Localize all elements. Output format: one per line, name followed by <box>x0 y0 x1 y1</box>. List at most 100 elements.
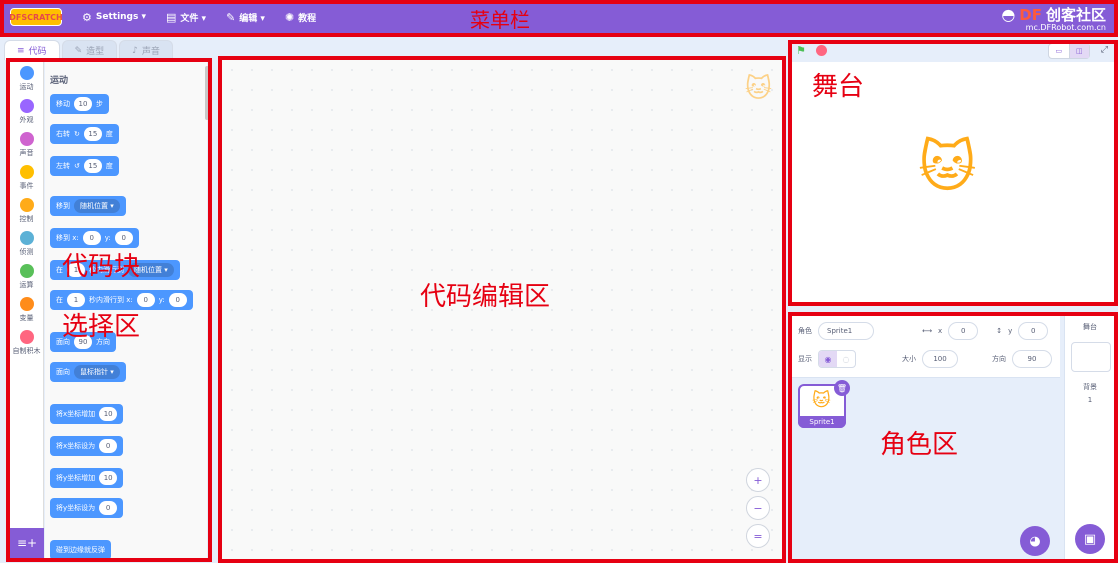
block-text: 秒内滑行到 x: <box>89 296 133 304</box>
dfrobot-watermark: ◓ DF 创客社区 mc.DFRobot.com.cn <box>1001 4 1106 32</box>
sprite-cat-icon[interactable]: 🐱 <box>918 140 976 196</box>
category-my-blocks[interactable]: 自制积木 <box>10 326 43 359</box>
tab-sounds[interactable]: ♪ 声音 <box>119 40 173 60</box>
block-input[interactable]: 0 <box>99 501 118 515</box>
direction-field[interactable]: 90 <box>1012 350 1052 368</box>
size-field[interactable]: 100 <box>922 350 958 368</box>
rotate-right-icon: ↻ <box>74 130 80 138</box>
block-goto[interactable]: 移到 随机位置 ▾ <box>50 196 126 216</box>
block-input[interactable]: 10 <box>74 97 92 111</box>
large-stage-icon[interactable]: ◫ <box>1068 44 1089 58</box>
motion-dot-icon <box>19 66 34 80</box>
category-label: 声音 <box>19 149 34 157</box>
block-input[interactable]: 10 <box>99 471 118 485</box>
fullscreen-icon[interactable]: ⤢ <box>1101 45 1108 55</box>
y-field[interactable]: 0 <box>1018 322 1049 340</box>
extension-icon: ≡+ <box>16 536 38 550</box>
stage-panel-title: 舞台 <box>1083 323 1097 331</box>
block-input[interactable]: 0 <box>114 231 133 245</box>
pencil-icon: ✎ <box>226 10 236 24</box>
green-flag-icon[interactable]: ⚑ <box>796 44 806 57</box>
block-input[interactable]: 0 <box>136 293 155 307</box>
trash-icon[interactable]: 🗑 <box>834 380 850 396</box>
zoom-in-button[interactable]: + <box>746 468 770 492</box>
block-input[interactable]: 0 <box>99 439 118 453</box>
zoom-out-button[interactable]: − <box>746 496 770 520</box>
block-input[interactable]: 1 <box>67 293 85 307</box>
block-dropdown[interactable]: 鼠标指针 ▾ <box>74 365 120 379</box>
tab-costumes-label: 造型 <box>86 47 105 57</box>
events-dot-icon <box>19 165 34 179</box>
add-extension-button[interactable]: ≡+ <box>10 528 44 558</box>
category-label: 事件 <box>19 182 34 190</box>
tutorials-menu-label: 教程 <box>298 13 317 24</box>
editor-tabs: ≡ 代码 ✎ 造型 ♪ 声音 <box>4 40 173 60</box>
stop-icon[interactable] <box>816 45 827 56</box>
block-bounce-on-edge[interactable]: 碰到边缘就反弹 <box>50 540 111 558</box>
sprite-cat-icon: 🐱 <box>812 390 831 411</box>
category-sensing[interactable]: 侦测 <box>10 227 43 260</box>
block-move-steps[interactable]: 移动 10 步 <box>50 94 109 114</box>
category-label: 运动 <box>19 83 34 91</box>
category-motion[interactable]: 运动 <box>10 62 43 95</box>
brand-prefix: DF <box>1019 5 1042 24</box>
block-categories: 运动 外观 声音 事件 控制 侦测 运算 变量 自制积木 <box>10 62 44 528</box>
gear-icon: ⚙ <box>82 10 92 24</box>
block-input[interactable]: 10 <box>99 407 118 421</box>
visibility-toggle: ◉ ◌ <box>818 350 856 368</box>
block-input[interactable]: 15 <box>83 127 102 141</box>
block-text: 移到 x: <box>56 234 79 242</box>
sprite-card[interactable]: 🐱 Sprite1 🗑 <box>798 380 850 428</box>
add-sprite-button[interactable]: ◕ <box>1020 526 1050 556</box>
x-arrows-icon: ⟷ <box>922 327 933 335</box>
app-logo[interactable]: DFSCRATCH <box>9 8 63 26</box>
block-dropdown[interactable]: 随机位置 ▾ <box>74 199 120 213</box>
stage-thumbnail[interactable] <box>1071 342 1111 372</box>
block-change-y[interactable]: 将y坐标增加 10 <box>50 468 124 488</box>
sound-dot-icon <box>19 132 34 146</box>
file-menu-label: 文件 ▾ <box>180 13 207 24</box>
tab-sounds-label: 声音 <box>141 47 160 57</box>
show-label: 显示 <box>798 355 812 363</box>
code-icon: ≡ <box>17 45 25 56</box>
category-looks[interactable]: 外观 <box>10 95 43 128</box>
block-input[interactable]: 15 <box>83 159 102 173</box>
category-variables[interactable]: 变量 <box>10 293 43 326</box>
block-text: 步 <box>96 100 103 108</box>
edit-menu[interactable]: ✎ 编辑 ▾ <box>226 11 265 24</box>
block-turn-left[interactable]: 左转 ↺ 15 度 <box>50 156 119 176</box>
tab-code[interactable]: ≡ 代码 <box>4 40 60 60</box>
block-change-x[interactable]: 将x坐标增加 10 <box>50 404 124 424</box>
palette-scrollbar[interactable] <box>205 66 209 120</box>
small-stage-icon[interactable]: ▭ <box>1049 44 1069 58</box>
category-sound[interactable]: 声音 <box>10 128 43 161</box>
block-set-y[interactable]: 将y坐标设为 0 <box>50 498 124 518</box>
add-backdrop-button[interactable]: ▣ <box>1075 524 1105 554</box>
sprite-area-annotation: 角色区 <box>880 430 959 460</box>
brand-name: 创客社区 <box>1045 6 1106 24</box>
file-menu[interactable]: ▤ 文件 ▾ <box>166 11 206 24</box>
zoom-reset-button[interactable]: = <box>746 524 770 548</box>
eye-off-icon[interactable]: ◌ <box>837 351 855 367</box>
block-turn-right[interactable]: 右转 ↻ 15 度 <box>50 124 119 144</box>
tutorials-menu[interactable]: ✺ 教程 <box>285 11 316 24</box>
control-dot-icon <box>19 198 34 212</box>
eye-icon[interactable]: ◉ <box>819 351 837 367</box>
category-operators[interactable]: 运算 <box>10 260 43 293</box>
sprite-name-field[interactable]: Sprite1 <box>818 322 874 340</box>
sprite-cat-icon: 🐱 <box>744 74 772 104</box>
category-control[interactable]: 控制 <box>10 194 43 227</box>
settings-menu[interactable]: ⚙ Settings ▾ <box>82 11 146 24</box>
block-input[interactable]: 0 <box>168 293 187 307</box>
block-input[interactable]: 0 <box>82 231 101 245</box>
variables-dot-icon <box>19 297 34 311</box>
tab-costumes[interactable]: ✎ 造型 <box>61 40 118 60</box>
category-events[interactable]: 事件 <box>10 161 43 194</box>
sprite-list: 🐱 Sprite1 🗑 ◕ <box>792 378 1060 560</box>
block-set-x[interactable]: 将x坐标设为 0 <box>50 436 124 456</box>
block-goto-xy[interactable]: 移到 x: 0 y: 0 <box>50 228 139 248</box>
x-field[interactable]: 0 <box>948 322 979 340</box>
block-point-towards[interactable]: 面向 鼠标指针 ▾ <box>50 362 126 382</box>
block-text: 将x坐标增加 <box>56 410 96 418</box>
file-icon: ▤ <box>166 10 177 24</box>
